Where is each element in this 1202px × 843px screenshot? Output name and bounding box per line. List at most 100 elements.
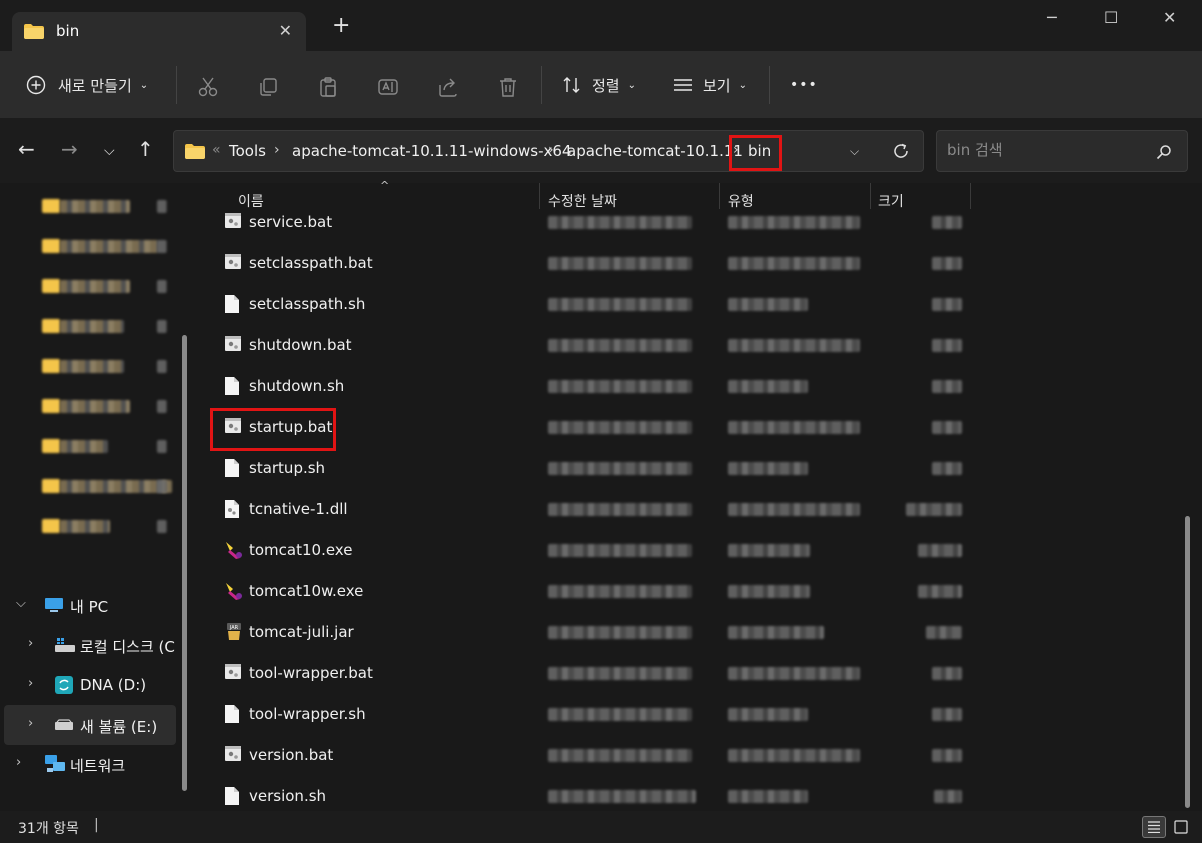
paste-icon[interactable] bbox=[317, 75, 339, 99]
search-box[interactable] bbox=[936, 130, 1188, 172]
recent-locations-chevron-icon[interactable]: ⌵ bbox=[104, 141, 115, 161]
search-input[interactable] bbox=[947, 141, 1147, 159]
highlight-box-bin-breadcrumb bbox=[729, 135, 782, 171]
nav-dna-drive[interactable]: › DNA (D:) bbox=[4, 665, 176, 705]
back-arrow-icon[interactable]: ← bbox=[18, 139, 35, 159]
tab-bin[interactable]: bin ✕ bbox=[12, 12, 306, 51]
blurred-size bbox=[932, 216, 962, 229]
close-window-button[interactable]: ✕ bbox=[1163, 8, 1176, 27]
blurred-type bbox=[728, 544, 810, 557]
refresh-icon[interactable] bbox=[892, 142, 910, 160]
pin-icon bbox=[157, 440, 167, 453]
tomcat-exe-icon bbox=[224, 581, 244, 605]
blurred-date bbox=[548, 380, 692, 393]
quick-access-item[interactable] bbox=[42, 237, 177, 257]
blurred-label bbox=[60, 200, 130, 213]
blurred-label bbox=[60, 240, 158, 253]
details-view-button[interactable] bbox=[1142, 816, 1166, 838]
file-row[interactable]: tomcat10w.exe bbox=[210, 571, 1190, 611]
file-row[interactable]: setclasspath.bat bbox=[210, 243, 1190, 283]
quick-access-item[interactable] bbox=[42, 317, 177, 337]
quick-access-item[interactable] bbox=[42, 437, 177, 457]
file-row[interactable]: shutdown.sh bbox=[210, 366, 1190, 406]
status-bar: 31개 항목 | bbox=[0, 811, 1202, 843]
chevron-right-icon[interactable]: › bbox=[28, 636, 33, 651]
file-row[interactable]: tomcat10.exe bbox=[210, 530, 1190, 570]
folder-icon bbox=[185, 144, 205, 159]
batch-file-icon bbox=[224, 212, 242, 234]
quick-access-item[interactable] bbox=[42, 277, 177, 297]
chevron-right-icon[interactable]: › bbox=[28, 716, 33, 731]
overflow-icon[interactable]: « bbox=[212, 142, 221, 158]
nav-local-disk[interactable]: › 로컬 디스크 (C:) bbox=[4, 625, 176, 665]
cut-icon[interactable] bbox=[197, 75, 219, 99]
nav-network-label: 네트워크 bbox=[70, 757, 126, 775]
tab-close-icon[interactable]: ✕ bbox=[279, 21, 292, 40]
chevron-down-icon[interactable]: ⌵ bbox=[16, 596, 26, 611]
file-list-scrollbar[interactable] bbox=[1185, 516, 1190, 808]
blurred-date bbox=[548, 503, 692, 516]
copy-icon[interactable] bbox=[257, 75, 279, 99]
chevron-right-icon[interactable]: › bbox=[28, 676, 33, 691]
new-tab-button[interactable]: + bbox=[332, 15, 350, 37]
new-button[interactable]: 새로 만들기 ⌄ bbox=[26, 73, 148, 97]
file-row[interactable]: tool-wrapper.bat bbox=[210, 653, 1190, 693]
divider bbox=[176, 66, 177, 104]
tab-title: bin bbox=[56, 22, 80, 40]
minimize-button[interactable]: ─ bbox=[1047, 8, 1057, 27]
file-row[interactable]: version.sh bbox=[210, 776, 1190, 816]
quick-access-item[interactable] bbox=[42, 357, 177, 377]
file-name: startup.sh bbox=[249, 459, 326, 477]
delete-icon[interactable] bbox=[497, 75, 519, 99]
sync-drive-icon bbox=[55, 676, 73, 694]
share-icon[interactable] bbox=[437, 75, 459, 99]
breadcrumb-tomcat-windows[interactable]: apache-tomcat-10.1.11-windows-x64 bbox=[292, 142, 571, 160]
nav-this-pc[interactable]: ⌵ 내 PC bbox=[4, 585, 176, 625]
file-row[interactable]: version.bat bbox=[210, 735, 1190, 775]
view-button[interactable]: 보기 ⌄ bbox=[673, 73, 747, 97]
blurred-date bbox=[548, 626, 692, 639]
search-icon[interactable] bbox=[1156, 144, 1172, 160]
file-row[interactable]: tool-wrapper.sh bbox=[210, 694, 1190, 734]
quick-access-item[interactable] bbox=[42, 197, 177, 217]
forward-arrow-icon[interactable]: → bbox=[61, 139, 78, 159]
monitor-icon bbox=[45, 598, 63, 612]
chevron-right-icon[interactable]: › bbox=[274, 142, 280, 158]
nav-network[interactable]: › 네트워크 bbox=[4, 744, 176, 784]
maximize-button[interactable]: ☐ bbox=[1104, 8, 1118, 27]
more-options-button[interactable]: ••• bbox=[790, 73, 818, 97]
rename-icon[interactable] bbox=[377, 75, 399, 99]
file-row[interactable]: startup.sh bbox=[210, 448, 1190, 488]
pin-icon bbox=[157, 480, 167, 493]
chevron-right-icon[interactable]: › bbox=[16, 755, 21, 770]
file-row[interactable]: JAR tomcat-juli.jar bbox=[210, 612, 1190, 652]
blurred-type bbox=[728, 462, 808, 475]
blurred-size bbox=[906, 503, 962, 516]
chevron-right-icon[interactable]: › bbox=[548, 142, 554, 158]
file-row[interactable]: shutdown.bat bbox=[210, 325, 1190, 365]
document-file-icon bbox=[224, 704, 240, 728]
nav-new-volume[interactable]: › 새 볼륨 (E:) bbox=[4, 705, 176, 745]
up-arrow-icon[interactable]: ↑ bbox=[137, 139, 154, 159]
file-name: version.bat bbox=[249, 746, 334, 764]
tiles-view-button[interactable] bbox=[1170, 816, 1194, 838]
file-row[interactable]: startup.bat bbox=[210, 407, 1190, 447]
quick-access-item[interactable] bbox=[42, 517, 177, 537]
sort-button[interactable]: 정렬 ⌄ bbox=[562, 73, 636, 97]
breadcrumb-tools[interactable]: Tools bbox=[229, 142, 266, 160]
file-row[interactable]: service.bat bbox=[210, 202, 1190, 242]
blurred-date bbox=[548, 421, 692, 434]
file-row[interactable]: setclasspath.sh bbox=[210, 284, 1190, 324]
address-history-chevron-icon[interactable]: ⌵ bbox=[850, 144, 859, 159]
breadcrumb-tomcat[interactable]: apache-tomcat-10.1.11 bbox=[567, 142, 743, 160]
quick-access-item[interactable] bbox=[42, 477, 177, 497]
pin-icon bbox=[157, 320, 167, 333]
quick-access-item[interactable] bbox=[42, 397, 177, 417]
file-row[interactable]: tcnative-1.dll bbox=[210, 489, 1190, 529]
folder-icon bbox=[42, 319, 60, 333]
navigation-scrollbar[interactable] bbox=[182, 335, 187, 791]
pin-icon bbox=[157, 280, 167, 293]
address-bar[interactable]: « Tools › apache-tomcat-10.1.11-windows-… bbox=[173, 130, 924, 172]
blurred-size bbox=[932, 749, 962, 762]
pin-icon bbox=[157, 400, 167, 413]
